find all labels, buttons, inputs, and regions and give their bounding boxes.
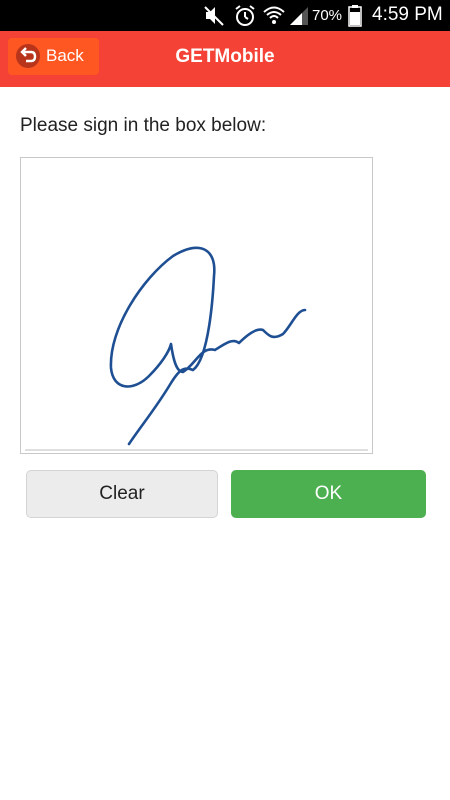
alarm-icon bbox=[235, 5, 255, 26]
battery-percent: 70% bbox=[312, 7, 343, 24]
status-bar: 70% 4:59 PM bbox=[0, 0, 450, 31]
signature-stroke bbox=[109, 246, 307, 446]
signature-drawing bbox=[25, 246, 368, 451]
sign-instruction: Please sign in the box below: bbox=[20, 115, 267, 136]
wifi-icon bbox=[263, 6, 285, 24]
page-title: GETMobile bbox=[175, 46, 275, 67]
clock: 4:59 PM bbox=[372, 4, 443, 25]
app-header: Back GETMobile bbox=[0, 31, 450, 87]
signal-icon bbox=[290, 7, 308, 25]
clear-button[interactable]: Clear bbox=[26, 470, 218, 518]
battery-icon bbox=[348, 5, 362, 27]
signature-pad[interactable] bbox=[20, 157, 373, 454]
mute-icon bbox=[204, 6, 224, 26]
ok-button[interactable]: OK bbox=[231, 470, 426, 518]
